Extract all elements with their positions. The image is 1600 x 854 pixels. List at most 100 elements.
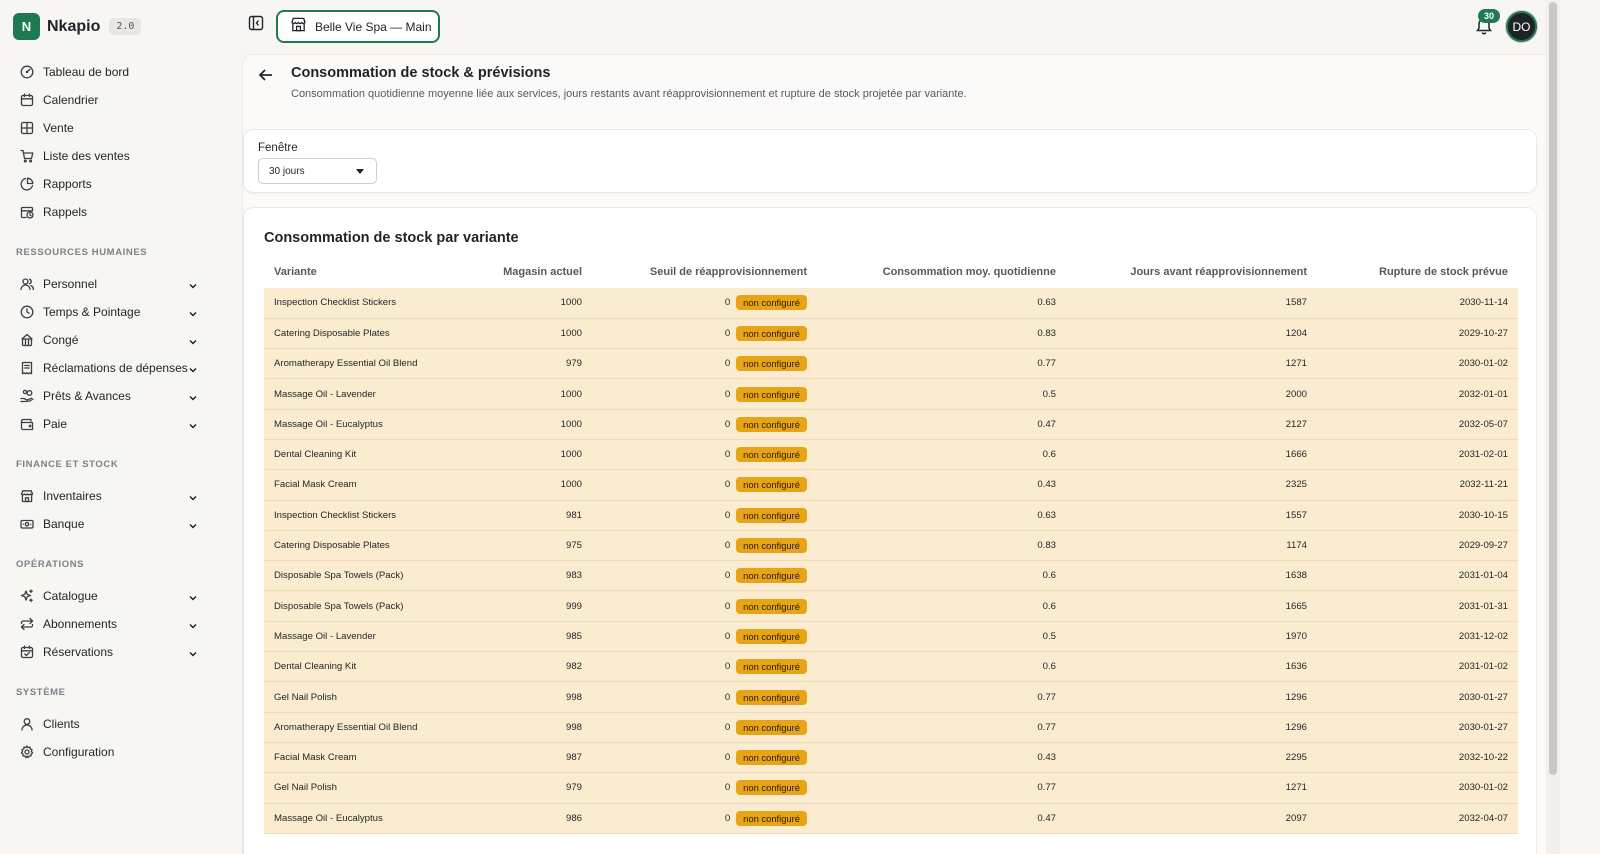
cell-current-stock: 998 — [464, 681, 592, 713]
sidebar-item-abonnements[interactable]: Abonnements — [20, 613, 202, 635]
reorder-threshold-value: 0 — [724, 600, 731, 612]
cell-current-stock: 986 — [464, 803, 592, 834]
cell-current-stock: 998 — [464, 712, 592, 743]
col-header-avg-daily-consumption[interactable]: Consommation moy. quotidienne — [817, 256, 1066, 288]
sidebar-item-label: Paie — [43, 417, 68, 431]
cell-avg-daily-consumption: 0.6 — [817, 590, 1066, 622]
reorder-threshold-value: 0 — [724, 297, 731, 309]
sidebar-item-vente[interactable]: Vente — [20, 117, 202, 139]
status-badge: non configuré — [736, 356, 807, 372]
table-row: Facial Mask Cream 987 0 non configuré 0.43 22… — [264, 742, 1518, 774]
sidebar-item-calendrier[interactable]: Calendrier — [20, 89, 202, 111]
sidebar-item-prets-avances[interactable]: Prêts & Avances — [20, 385, 202, 407]
table-row: Disposable Spa Towels (Pack) 999 0 non conf… — [264, 590, 1518, 622]
cell-variant: Gel Nail Polish — [264, 772, 464, 804]
table-row: Aromatherapy Essential Oil Blend 979 0 non … — [264, 348, 1518, 380]
reorder-threshold-value: 0 — [724, 661, 731, 673]
status-badge: non configuré — [736, 295, 807, 311]
sidebar-item-tableau-de-bord[interactable]: Tableau de bord — [20, 61, 202, 83]
reorder-threshold-value: 0 — [724, 721, 731, 733]
brand[interactable]: N Nkapio 2.0 — [13, 13, 142, 40]
cell-projected-stockout: 2030-01-02 — [1317, 772, 1518, 804]
chevron-down-icon[interactable] — [188, 646, 198, 657]
cell-current-stock: 1000 — [464, 409, 592, 440]
scrollbar-thumb[interactable] — [1549, 2, 1557, 775]
cell-current-stock: 979 — [464, 772, 592, 804]
plane-icon — [20, 333, 34, 347]
chevron-down-icon[interactable] — [188, 278, 198, 289]
sidebar-section-title: SYSTÈME — [16, 687, 66, 698]
sidebar-item-inventaires[interactable]: Inventaires — [20, 485, 202, 507]
cell-days-to-reorder: 1296 — [1066, 712, 1317, 743]
cell-avg-daily-consumption: 0.47 — [817, 803, 1066, 834]
back-arrow-icon[interactable] — [257, 66, 275, 84]
col-header-variant[interactable]: Variante — [264, 256, 464, 288]
store-selector-button[interactable]: Belle Vie Spa — Main — [276, 10, 440, 43]
cell-reorder-threshold: 0 non configuré — [592, 500, 817, 531]
sidebar-item-label: Réclamations de dépenses — [43, 361, 188, 375]
col-header-reorder-threshold[interactable]: Seuil de réapprovisionnement — [592, 256, 817, 288]
col-header-current-stock[interactable]: Magasin actuel — [464, 256, 592, 288]
sidebar-item-rapports[interactable]: Rapports — [20, 173, 202, 195]
cell-reorder-threshold: 0 non configuré — [592, 621, 817, 653]
cell-avg-daily-consumption: 0.43 — [817, 469, 1066, 501]
cell-reorder-threshold: 0 non configuré — [592, 318, 817, 350]
sidebar-item-conge[interactable]: Congé — [20, 329, 202, 351]
sidebar: N Nkapio 2.0 Tableau de bord Calendrier Ve… — [0, 0, 242, 854]
avatar[interactable]: DO — [1506, 11, 1537, 42]
table-header-row: Variante Magasin actuel Seuil de réappro… — [264, 256, 1518, 288]
chevron-down-icon[interactable] — [188, 590, 198, 601]
cell-days-to-reorder: 1271 — [1066, 348, 1317, 380]
cell-days-to-reorder: 1271 — [1066, 772, 1317, 804]
sidebar-item-banque[interactable]: Banque — [20, 513, 202, 535]
chevron-down-icon[interactable] — [188, 390, 198, 401]
warehouse-icon — [20, 489, 34, 503]
brand-name: Nkapio — [47, 17, 101, 35]
sidebar-item-liste-des-ventes[interactable]: Liste des ventes — [20, 145, 202, 167]
sidebar-item-configuration[interactable]: Configuration — [20, 741, 202, 763]
status-badge: non configuré — [736, 628, 807, 644]
cell-days-to-reorder: 1638 — [1066, 560, 1317, 592]
calendar-check-icon — [20, 645, 34, 659]
pie-chart-icon — [20, 177, 34, 191]
sidebar-item-reservations[interactable]: Réservations — [20, 641, 202, 663]
cell-avg-daily-consumption: 0.6 — [817, 439, 1066, 471]
window-label: Fenêtre — [258, 142, 298, 154]
chevron-down-icon[interactable] — [188, 306, 198, 317]
chevron-down-icon[interactable] — [188, 618, 198, 629]
cell-reorder-threshold: 0 non configuré — [592, 742, 817, 774]
sidebar-item-temps-pointage[interactable]: Temps & Pointage — [20, 301, 202, 323]
sidebar-item-reclamations-de-depenses[interactable]: Réclamations de dépenses — [20, 357, 202, 379]
table-row: Catering Disposable Plates 1000 0 non confi… — [264, 318, 1518, 350]
cell-projected-stockout: 2030-10-15 — [1317, 500, 1518, 531]
sidebar-item-catalogue[interactable]: Catalogue — [20, 585, 202, 607]
sidebar-item-label: Tableau de bord — [43, 65, 130, 79]
chevron-down-icon[interactable] — [188, 418, 198, 429]
reorder-threshold-value: 0 — [724, 509, 731, 521]
col-header-days-to-reorder[interactable]: Jours avant réapprovisionnement — [1066, 256, 1317, 288]
chevron-down-icon[interactable] — [188, 334, 198, 345]
sidebar-collapse-icon[interactable] — [248, 15, 264, 31]
brand-logo: N — [13, 13, 40, 40]
col-header-projected-stockout[interactable]: Rupture de stock prévue — [1317, 256, 1518, 288]
chevron-down-icon[interactable] — [188, 362, 198, 373]
window-select-value: 30 jours — [269, 165, 305, 177]
chevron-down-icon[interactable] — [188, 490, 198, 501]
table-row: Inspection Checklist Stickers 1000 0 non co… — [264, 288, 1518, 319]
sidebar-item-paie[interactable]: Paie — [20, 413, 202, 435]
sidebar-item-label: Temps & Pointage — [43, 305, 141, 319]
table-row: Gel Nail Polish 979 0 non configuré 0.77 1271… — [264, 772, 1518, 804]
table-row: Massage Oil - Lavender 985 0 non configuré 0… — [264, 621, 1518, 653]
main-content: Consommation de stock & prévisions Conso… — [242, 54, 1546, 854]
window-select[interactable]: 30 jours — [258, 158, 377, 184]
sidebar-item-label: Vente — [43, 121, 74, 135]
sidebar-item-personnel[interactable]: Personnel — [20, 273, 202, 295]
sidebar-item-clients[interactable]: Clients — [20, 713, 202, 735]
cell-reorder-threshold: 0 non configuré — [592, 288, 817, 319]
cell-days-to-reorder: 2127 — [1066, 409, 1317, 440]
filter-card: Fenêtre 30 jours — [243, 129, 1537, 193]
scrollbar[interactable] — [1546, 0, 1560, 854]
sidebar-item-rappels[interactable]: Rappels — [20, 201, 202, 223]
cell-current-stock: 1000 — [464, 469, 592, 501]
chevron-down-icon[interactable] — [188, 518, 198, 529]
